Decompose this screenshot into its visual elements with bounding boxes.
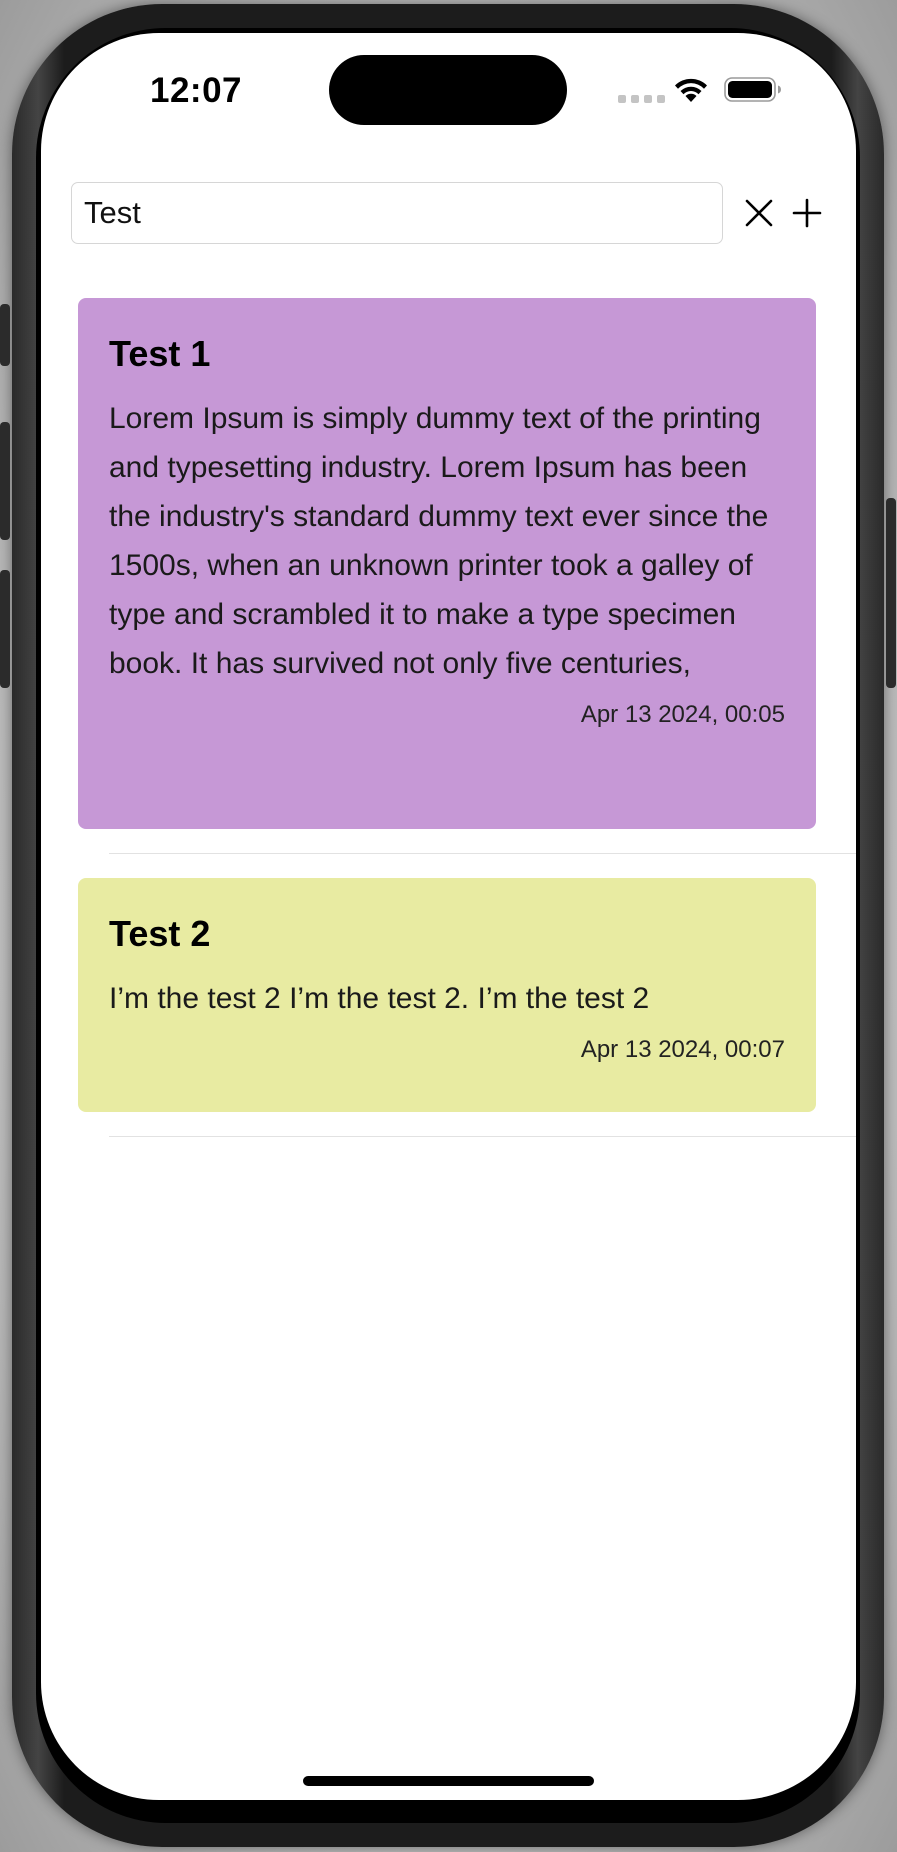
note-body: I’m the test 2 I’m the test 2. I’m the t…	[109, 982, 650, 1015]
list-separator	[109, 853, 856, 854]
note-date: Apr 13 2024, 00:05	[580, 701, 785, 728]
home-indicator	[303, 1776, 594, 1786]
note-title: Test 2	[109, 913, 211, 954]
note-card[interactable]: Test 1 Lorem Ipsum is simply dummy text …	[78, 298, 816, 829]
search-input[interactable]	[84, 191, 704, 235]
volume-up-button	[0, 422, 10, 540]
plus-icon	[792, 198, 822, 228]
dynamic-island	[329, 55, 567, 125]
note-card[interactable]: Test 2 I’m the test 2 I’m the test 2. I’…	[78, 878, 816, 1112]
note-body: Lorem Ipsum is simply dummy text of the …	[109, 402, 769, 680]
search-field[interactable]	[71, 182, 723, 244]
note-title: Test 1	[109, 333, 211, 374]
battery-icon	[724, 77, 781, 102]
list-separator	[109, 1136, 856, 1137]
search-bar	[71, 182, 826, 248]
cellular-signal-icon	[618, 95, 665, 103]
action-button	[0, 304, 10, 366]
clear-search-button[interactable]	[736, 190, 782, 236]
status-time: 12:07	[150, 71, 243, 110]
screen: 12:07 Test 1 Lorem Ipsum is	[41, 33, 856, 1800]
volume-down-button	[0, 570, 10, 688]
wifi-icon	[675, 78, 707, 102]
close-icon	[745, 199, 773, 227]
note-date: Apr 13 2024, 00:07	[580, 1036, 785, 1063]
power-button	[886, 498, 896, 688]
add-note-button[interactable]	[784, 190, 830, 236]
